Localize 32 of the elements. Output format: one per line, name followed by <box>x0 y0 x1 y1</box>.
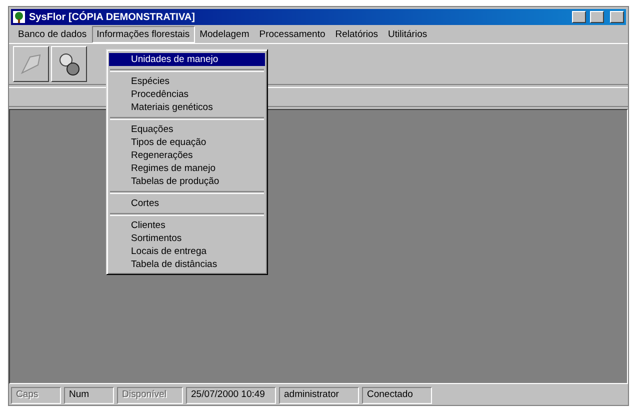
menu-entry[interactable]: Locais de entrega <box>109 245 265 258</box>
window-title: SysFlor [CÓPIA DEMONSTRATIVA] <box>29 12 196 22</box>
menu-entry[interactable]: Regenerações <box>109 149 265 162</box>
toolbar-button[interactable] <box>51 46 87 82</box>
menu-entry[interactable]: Espécies <box>109 75 265 88</box>
menu-entry[interactable]: Clientes <box>109 219 265 232</box>
menu-entry[interactable]: Tabelas de produção <box>109 175 265 188</box>
menu-entry[interactable]: Equações <box>109 123 265 136</box>
menu-entry[interactable]: Sortimentos <box>109 232 265 245</box>
menu-item[interactable]: Relatórios <box>330 26 384 42</box>
status-panel: Num <box>64 387 114 404</box>
close-button[interactable] <box>610 11 624 23</box>
status-panel: Conectado <box>362 387 432 404</box>
toolbar-button[interactable] <box>13 46 49 82</box>
menu-item[interactable]: Utilitários <box>383 26 432 42</box>
menu-entry[interactable]: Procedências <box>109 88 265 101</box>
status-panel: Caps <box>11 387 61 404</box>
status-panel: administrator <box>279 387 359 404</box>
menu-item[interactable]: Informações florestais <box>92 26 195 42</box>
menu-entry[interactable]: Cortes <box>109 197 265 210</box>
maximize-button[interactable] <box>590 11 604 23</box>
menu-item[interactable]: Processamento <box>254 26 330 42</box>
menu-entry[interactable]: Unidades de manejo <box>109 53 265 66</box>
menu-entry[interactable]: Regimes de manejo <box>109 162 265 175</box>
menu-entry[interactable]: Materiais genéticos <box>109 101 265 114</box>
status-panel: Disponível <box>117 387 183 404</box>
menu-entry[interactable]: Tabela de distâncias <box>109 258 265 271</box>
minimize-button[interactable] <box>572 11 586 23</box>
status-panel: 25/07/2000 10:49 <box>186 387 276 404</box>
menu-entry[interactable]: Tipos de equação <box>109 136 265 149</box>
menu-item[interactable]: Modelagem <box>194 26 254 42</box>
menu-item[interactable]: Banco de dados <box>13 26 92 42</box>
